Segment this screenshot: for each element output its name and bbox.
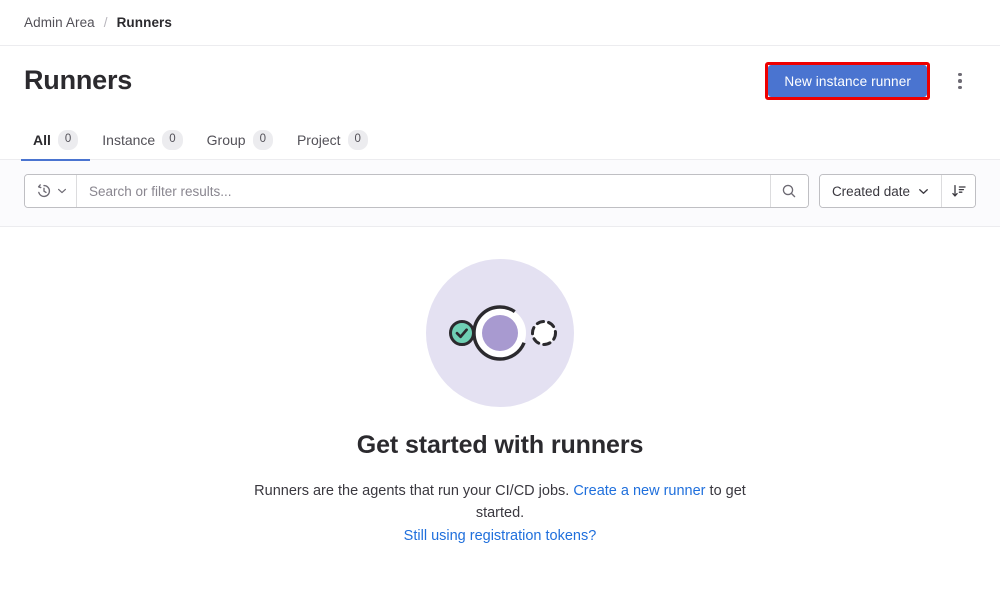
header-actions: New instance runner bbox=[765, 62, 976, 100]
empty-state-title: Get started with runners bbox=[356, 431, 644, 459]
breadcrumb: Admin Area / Runners bbox=[0, 0, 1000, 46]
new-instance-runner-highlight: New instance runner bbox=[765, 62, 930, 100]
registration-tokens-link[interactable]: Still using registration tokens? bbox=[404, 528, 597, 544]
tab-project-label: Project bbox=[296, 131, 341, 148]
breadcrumb-current: Runners bbox=[116, 15, 173, 30]
search-input[interactable] bbox=[77, 175, 770, 207]
empty-state-secondary: Still using registration tokens? bbox=[404, 525, 597, 547]
breadcrumb-parent-link[interactable]: Admin Area bbox=[24, 15, 95, 30]
runner-scope-tabs: All 0 Instance 0 Group 0 Project 0 bbox=[0, 122, 1000, 162]
filter-bar: Created date bbox=[0, 160, 1000, 227]
page-header: Runners New instance runner bbox=[0, 50, 1000, 112]
breadcrumb-separator: / bbox=[103, 15, 108, 30]
search-icon bbox=[783, 184, 796, 198]
tab-instance[interactable]: Instance 0 bbox=[90, 129, 194, 162]
sort-direction-button[interactable] bbox=[941, 175, 975, 207]
history-icon bbox=[37, 184, 51, 198]
recent-searches-button[interactable] bbox=[25, 175, 77, 207]
tab-group[interactable]: Group 0 bbox=[195, 129, 285, 162]
search-filter-box bbox=[24, 174, 809, 208]
ellipsis-vertical-icon bbox=[958, 72, 962, 77]
filter-row: Created date bbox=[24, 174, 976, 208]
tab-all-label: All bbox=[33, 131, 51, 148]
sort-field-label: Created date bbox=[831, 183, 910, 199]
ellipsis-vertical-icon bbox=[958, 79, 962, 83]
search-submit-button[interactable] bbox=[769, 175, 808, 207]
chevron-down-icon bbox=[58, 188, 66, 194]
sort-field-dropdown[interactable]: Created date bbox=[819, 175, 941, 207]
more-actions-button[interactable] bbox=[944, 65, 976, 97]
tab-all[interactable]: All 0 bbox=[21, 129, 91, 161]
chevron-down-icon bbox=[919, 188, 928, 194]
runners-empty-illustration bbox=[426, 259, 574, 407]
create-new-runner-link[interactable]: Create a new runner bbox=[573, 483, 705, 499]
page-title: Runners bbox=[24, 65, 133, 96]
empty-state: Get started with runners Runners are the… bbox=[0, 227, 1000, 547]
sort-descending-icon bbox=[951, 184, 966, 197]
empty-state-description-before: Runners are the agents that run your CI/… bbox=[254, 483, 570, 499]
tab-project-count: 0 bbox=[347, 129, 368, 150]
tab-instance-label: Instance bbox=[102, 131, 156, 148]
ellipsis-vertical-icon bbox=[958, 85, 962, 90]
tab-all-count: 0 bbox=[57, 129, 79, 150]
tab-group-label: Group bbox=[206, 131, 246, 148]
tab-group-count: 0 bbox=[252, 129, 273, 150]
new-instance-runner-button[interactable]: New instance runner bbox=[768, 65, 927, 97]
sort-controls: Created date bbox=[818, 174, 976, 208]
empty-state-description: Runners are the agents that run your CI/… bbox=[230, 480, 770, 525]
tab-instance-count: 0 bbox=[162, 129, 183, 150]
tab-project[interactable]: Project 0 bbox=[285, 129, 380, 162]
